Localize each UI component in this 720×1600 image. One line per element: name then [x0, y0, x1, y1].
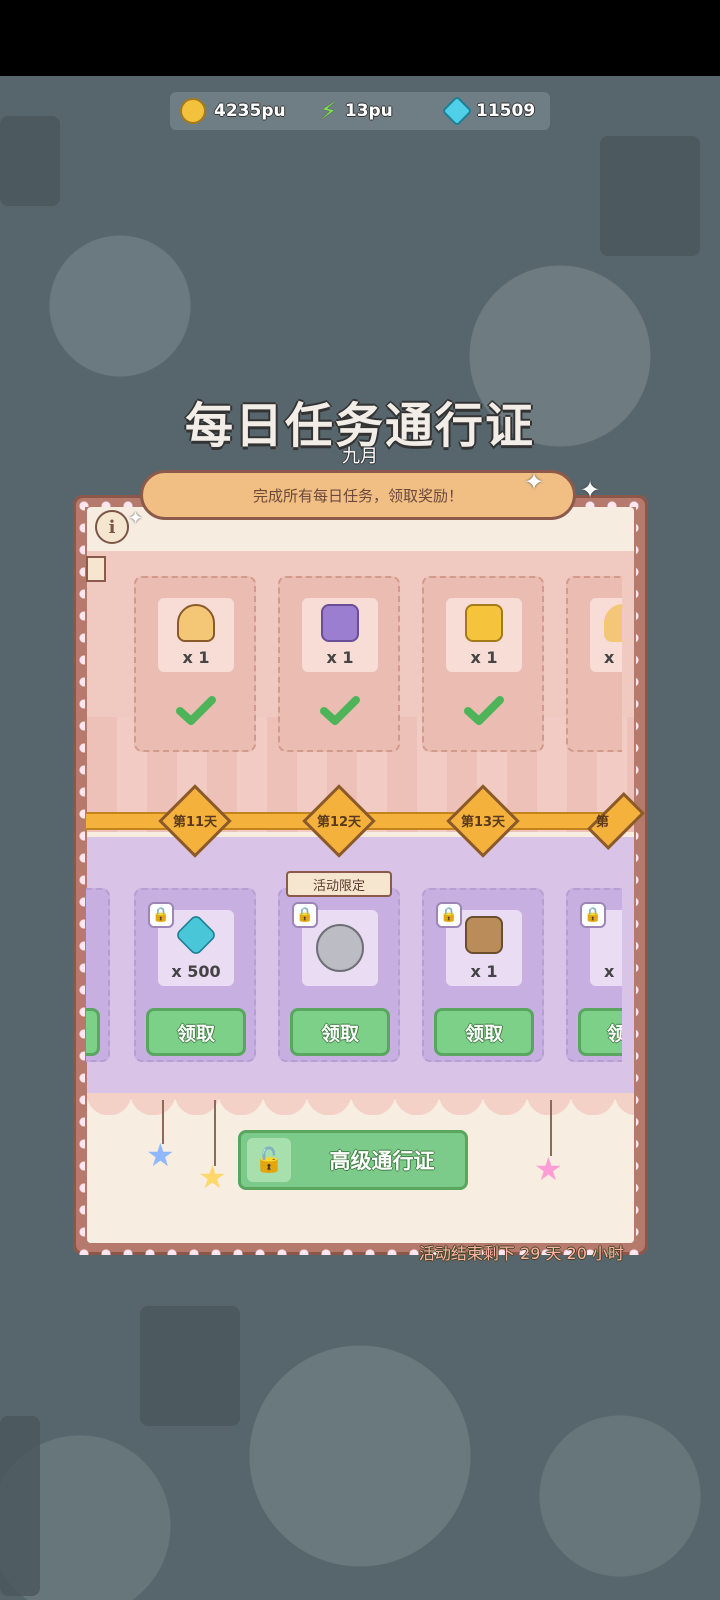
background-house: [600, 136, 700, 256]
free-reward-card[interactable]: x 1: [278, 576, 400, 752]
background-house: [0, 116, 60, 206]
premium-reward-card-partial: x 🔒 领: [566, 888, 622, 1062]
reward-tile: x: [590, 598, 622, 672]
claim-button[interactable]: 领取: [290, 1008, 390, 1056]
energy-value: 13pu: [344, 101, 393, 121]
gem-value: 11509: [476, 101, 536, 121]
reward-tile: x 1: [446, 598, 522, 672]
limited-tag: 活动限定: [286, 871, 392, 897]
free-reward-card[interactable]: x 1: [134, 576, 256, 752]
golden-ticket-icon: [465, 604, 503, 642]
reward-quantity: x 1: [182, 648, 210, 667]
premium-reward-card: 🔒 领取: [278, 888, 400, 1062]
scroll-indicator: [86, 556, 106, 582]
reward-quantity: x 1: [326, 648, 354, 667]
reward-tile: x 1: [158, 598, 234, 672]
premium-reward-card: x 500 🔒 领取: [134, 888, 256, 1062]
premium-pass-label: 高级通行证: [329, 1149, 435, 1173]
sparkle-icon: ✦: [580, 476, 601, 504]
premium-pass-button[interactable]: 🔓 高级通行证: [238, 1130, 468, 1190]
free-reward-card[interactable]: x 1: [422, 576, 544, 752]
info-button[interactable]: i: [95, 510, 129, 544]
gem-counter[interactable]: 11509: [441, 92, 536, 130]
sparkle-icon: ✦: [128, 508, 144, 529]
star-icon: ★: [534, 1150, 563, 1188]
event-countdown: 活动结束剩下 29 天 20 小时: [418, 1244, 624, 1263]
background-machine: [0, 1416, 40, 1596]
free-reward-card-partial[interactable]: x: [566, 576, 622, 752]
pudding-icon: [604, 604, 622, 642]
day-label: 第: [596, 815, 610, 830]
background-hut: [140, 1306, 240, 1426]
reward-quantity: x: [604, 648, 615, 667]
lock-icon: 🔒: [292, 902, 318, 928]
coin-counter[interactable]: 4235pu: [180, 92, 286, 130]
day-label: 第12天: [316, 815, 362, 830]
day-label: 第11天: [172, 815, 218, 830]
star-string: [550, 1100, 552, 1156]
claim-button[interactable]: 领: [578, 1008, 622, 1056]
reward-quantity: x 1: [470, 648, 498, 667]
moon-ticket-icon: [465, 916, 503, 954]
lock-icon: 🔒: [580, 902, 606, 928]
premium-reward-card-partial: [86, 888, 110, 1062]
lock-icon: 🔒: [148, 902, 174, 928]
month-label: 九月: [342, 446, 378, 467]
lightning-icon: ⚡: [320, 97, 337, 125]
status-bar: [0, 0, 720, 76]
claim-button[interactable]: 领取: [146, 1008, 246, 1056]
star-icon: ★: [146, 1136, 175, 1174]
reward-quantity: x 1: [470, 962, 498, 981]
checkmark-icon: [320, 696, 360, 725]
star-icon: ★: [198, 1158, 227, 1196]
day-label: 第13天: [460, 815, 506, 830]
lock-icon: 🔒: [436, 902, 462, 928]
game-screen: 4235pu ⚡ 13pu 11509 每日任务通行证 九月 完成所有每日任务，…: [0, 0, 720, 1600]
resource-bar: 4235pu ⚡ 13pu 11509: [170, 92, 550, 130]
gem-icon: [174, 913, 218, 957]
instruction-banner: 完成所有每日任务，领取奖励！: [140, 470, 576, 520]
unlock-icon: 🔓: [247, 1138, 291, 1182]
reward-tile: x 1: [302, 598, 378, 672]
sparkle-icon: ✦: [524, 468, 545, 496]
elephant-plush-icon: [316, 924, 364, 972]
claim-button[interactable]: 领取: [434, 1008, 534, 1056]
claim-button: [86, 1008, 100, 1056]
checkmark-icon: [464, 696, 504, 725]
checkmark-icon: [176, 696, 216, 725]
gem-icon: [441, 95, 473, 127]
pudding-icon: [177, 604, 215, 642]
coin-icon: [180, 98, 206, 124]
reward-quantity: x 500: [171, 962, 221, 981]
premium-reward-card: x 1 🔒 领取: [422, 888, 544, 1062]
coin-value: 4235pu: [214, 101, 286, 121]
energy-counter[interactable]: ⚡ 13pu: [320, 92, 393, 130]
reward-quantity: x: [604, 962, 615, 981]
moon-ticket-icon: [321, 604, 359, 642]
instruction-text: 完成所有每日任务，领取奖励！: [252, 486, 463, 505]
star-string: [214, 1100, 216, 1166]
